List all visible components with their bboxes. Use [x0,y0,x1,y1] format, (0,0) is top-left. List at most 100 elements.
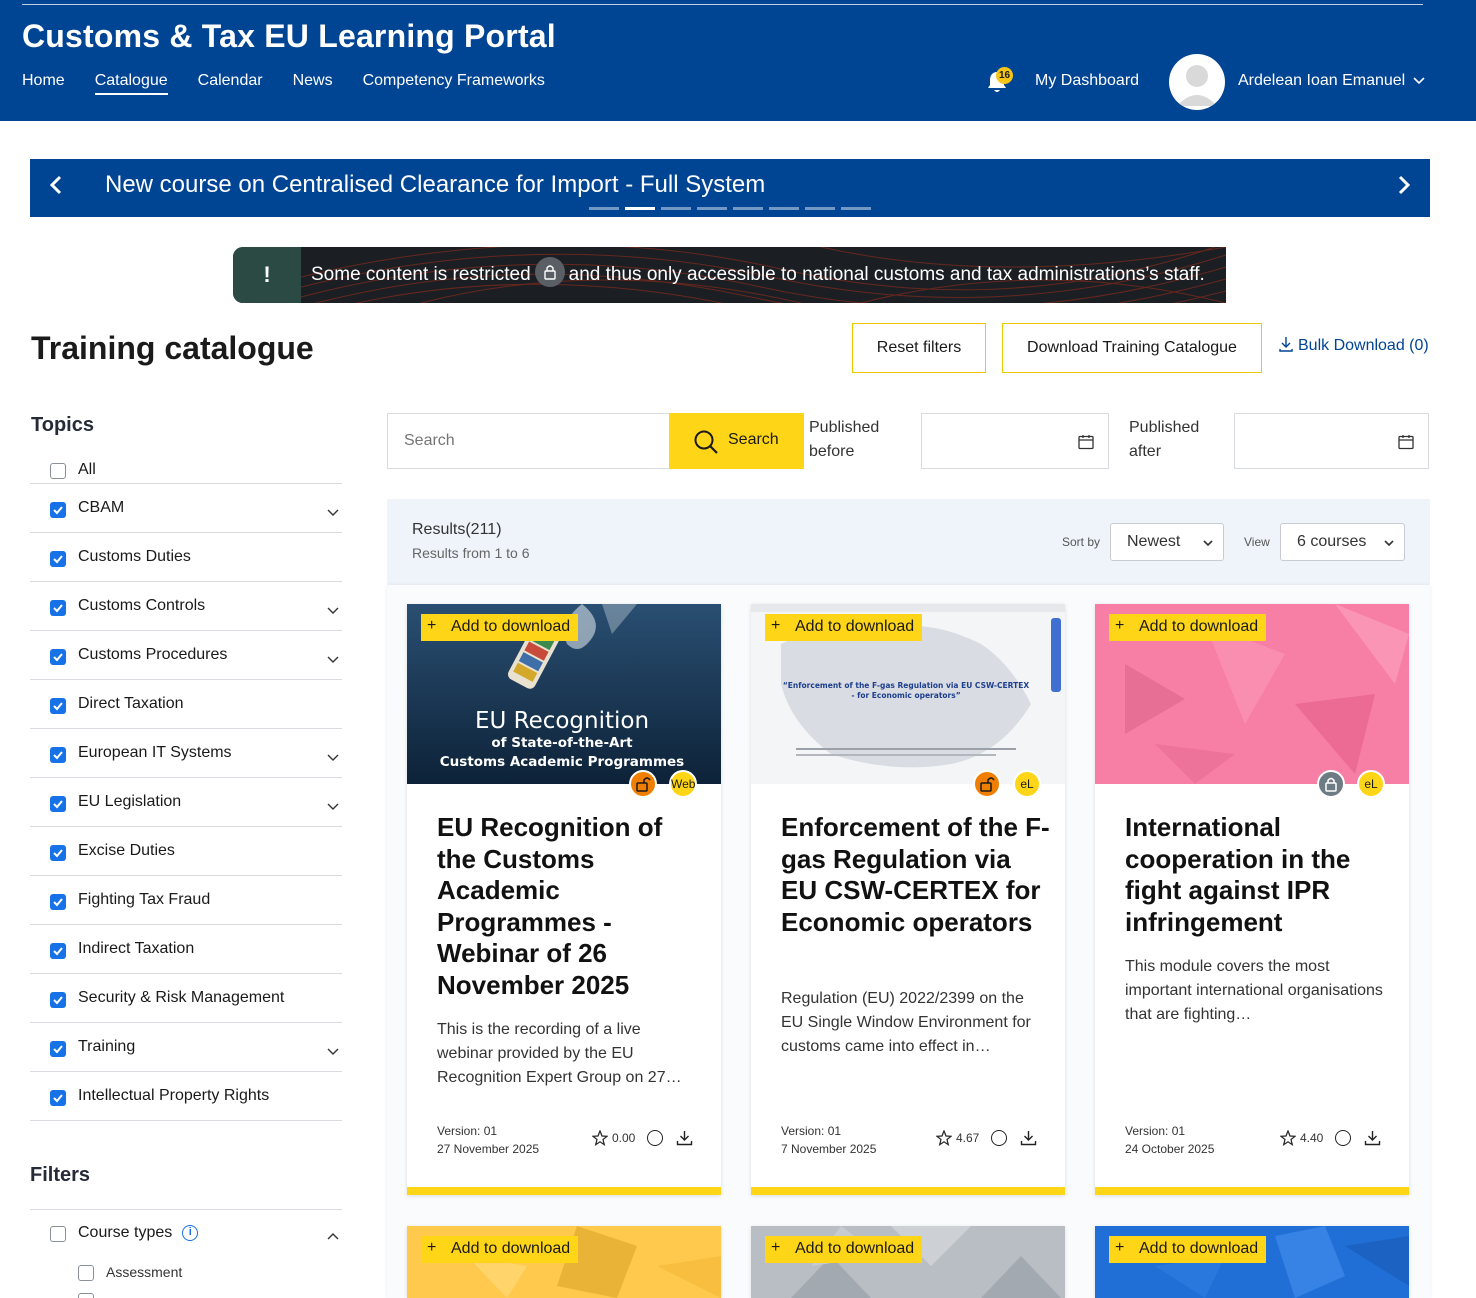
topic-label: EU Legislation [78,793,182,810]
star-icon[interactable] [592,1130,608,1146]
chevron-down-icon[interactable] [1412,74,1426,88]
sort-select[interactable]: Newest [1110,523,1224,561]
course-title[interactable]: Enforcement of the F-gas Regulation via … [781,812,1051,938]
checkbox-checked[interactable] [50,943,66,959]
search-input[interactable] [387,413,670,469]
reset-filters-button[interactable]: Reset filters [852,323,986,373]
chevron-down-icon[interactable] [326,802,340,812]
topic-item[interactable]: Intellectual Property Rights [30,1072,342,1121]
topic-label: Customs Procedures [78,646,228,663]
course-types-filter[interactable]: Course types i [30,1209,342,1258]
user-name[interactable]: Ardelean Ioan Emanuel [1238,72,1405,90]
download-icon[interactable] [1020,1130,1037,1146]
checkbox-checked[interactable] [50,600,66,616]
add-to-download-button[interactable]: + Add to download [765,614,923,641]
checkbox-unchecked[interactable] [50,463,66,479]
download-icon[interactable] [1364,1130,1381,1146]
nav-home[interactable]: Home [22,72,65,95]
download-icon [1279,337,1293,352]
carousel-dot[interactable] [661,207,691,210]
topic-item[interactable]: Customs Duties [30,533,342,582]
next-course-type-checkbox[interactable] [78,1293,94,1298]
chevron-up-icon[interactable] [326,1231,340,1241]
checkbox-checked[interactable] [50,796,66,812]
course-card[interactable]: + Add to download [751,1226,1065,1298]
checkbox-checked[interactable] [50,551,66,567]
topic-item[interactable]: All [30,450,342,484]
my-dashboard-link[interactable]: My Dashboard [1035,72,1139,90]
add-to-download-button[interactable]: + Add to download [1109,1236,1267,1263]
topic-item[interactable]: Indirect Taxation [30,925,342,974]
checkbox-checked[interactable] [50,649,66,665]
carousel-dot[interactable] [589,207,619,210]
topic-item[interactable]: Direct Taxation [30,680,342,729]
carousel-dot[interactable] [769,207,799,210]
course-title[interactable]: EU Recognition of the Customs Academic P… [437,812,707,1001]
checkbox-checked[interactable] [50,894,66,910]
checkbox-checked[interactable] [50,747,66,763]
checkbox-checked[interactable] [50,502,66,518]
download-catalogue-button[interactable]: Download Training Catalogue [1002,323,1262,373]
published-after-date-field[interactable] [1234,413,1429,469]
avatar[interactable] [1169,54,1225,110]
chevron-down-icon[interactable] [326,1047,340,1057]
topic-label: All [78,461,96,478]
carousel-dot[interactable] [841,207,871,210]
carousel-next-icon[interactable] [1396,174,1412,196]
course-card[interactable]: “Enforcement of the F-gas Regulation via… [751,604,1065,1195]
checkbox-checked[interactable] [50,698,66,714]
carousel-dot[interactable] [697,207,727,210]
checkbox-checked[interactable] [50,992,66,1008]
course-card[interactable]: + Add to download [1095,1226,1409,1298]
checkbox-checked[interactable] [50,1041,66,1057]
view-select[interactable]: 6 courses [1280,523,1405,561]
course-types-checkbox[interactable] [50,1226,66,1242]
topic-item[interactable]: European IT Systems [30,729,342,778]
course-card[interactable]: + Add to download [407,1226,721,1298]
add-to-download-button[interactable]: + Add to download [421,614,579,641]
results-toolbar: Results(211) Results from 1 to 6 Sort by… [387,499,1430,585]
view-label: View [1244,535,1270,549]
course-card[interactable]: EU Recognition of State-of-the-Art Custo… [407,604,721,1195]
add-to-download-button[interactable]: + Add to download [421,1236,579,1263]
course-title[interactable]: International cooperation in the fight a… [1125,812,1395,938]
topic-item[interactable]: Customs Procedures [30,631,342,680]
carousel-headline[interactable]: New course on Centralised Clearance for … [105,171,765,199]
carousel-dot[interactable] [805,207,835,210]
topic-item[interactable]: Training [30,1023,342,1072]
nav-calendar[interactable]: Calendar [198,72,263,95]
star-icon[interactable] [936,1130,952,1146]
chevron-down-icon[interactable] [326,606,340,616]
add-to-download-button[interactable]: + Add to download [765,1236,923,1263]
topic-label: Indirect Taxation [78,940,195,957]
star-icon[interactable] [1280,1130,1296,1146]
info-icon[interactable]: i [182,1224,199,1241]
nav-news[interactable]: News [293,72,333,95]
topic-item[interactable]: Excise Duties [30,827,342,876]
assessment-checkbox[interactable] [78,1265,94,1281]
topic-item[interactable]: EU Legislation [30,778,342,827]
topic-item[interactable]: Fighting Tax Fraud [30,876,342,925]
topic-item[interactable]: Security & Risk Management [30,974,342,1023]
add-to-download-button[interactable]: + Add to download [1109,614,1267,641]
bulk-download-link[interactable]: Bulk Download (0) [1278,336,1429,355]
download-icon[interactable] [676,1130,693,1146]
course-card[interactable]: + Add to download eL International cooper… [1095,604,1409,1195]
chevron-down-icon[interactable] [326,508,340,518]
course-rating: 4.67 [956,1131,980,1145]
chevron-down-icon[interactable] [326,655,340,665]
nav-catalogue[interactable]: Catalogue [94,72,168,95]
chevron-down-icon[interactable] [326,753,340,763]
published-before-date-field[interactable] [921,413,1109,469]
site-title[interactable]: Customs & Tax EU Learning Portal [22,18,556,55]
checkbox-checked[interactable] [50,845,66,861]
search-button[interactable]: Search [669,413,804,469]
lock-icon [534,257,565,287]
carousel-dot[interactable] [733,207,763,210]
topic-item[interactable]: CBAM [30,484,342,533]
checkbox-checked[interactable] [50,1090,66,1106]
carousel-dot-active[interactable] [625,207,655,210]
nav-competency-frameworks[interactable]: Competency Frameworks [363,72,545,95]
topic-item[interactable]: Customs Controls [30,582,342,631]
carousel-prev-icon[interactable] [48,174,64,196]
